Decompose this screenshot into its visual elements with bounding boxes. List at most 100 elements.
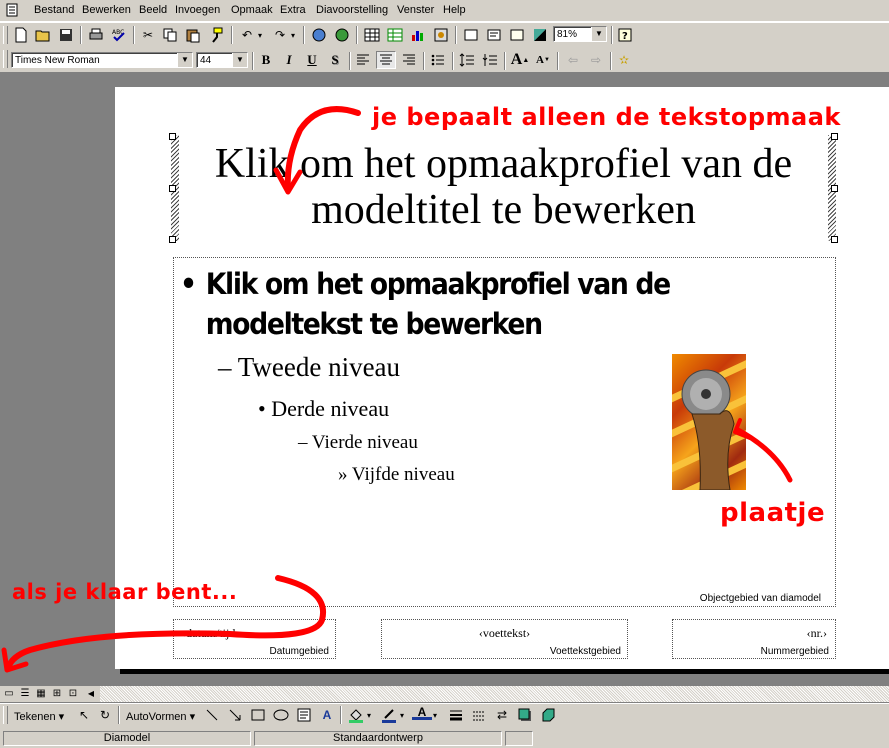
- menu-opmaak[interactable]: Opmaak: [231, 4, 273, 16]
- insert-excel-icon[interactable]: [385, 26, 405, 44]
- menu-bewerken[interactable]: Bewerken: [82, 4, 131, 16]
- wordart-icon[interactable]: A: [317, 706, 337, 724]
- insert-table-icon[interactable]: [362, 26, 382, 44]
- slide-sorter-icon[interactable]: ⊞: [50, 687, 64, 700]
- picture[interactable]: [672, 354, 746, 490]
- outline-view-icon[interactable]: ☰: [18, 687, 32, 700]
- body-level-2[interactable]: – Tweede niveau: [218, 352, 400, 383]
- grayscale-icon[interactable]: [530, 26, 550, 44]
- menu-invoegen[interactable]: Invoegen: [175, 4, 220, 16]
- body-level-5[interactable]: » Vijfde niveau: [338, 464, 455, 486]
- chevron-down-icon[interactable]: ▼: [591, 27, 606, 41]
- bullets-icon[interactable]: [428, 51, 448, 69]
- new-document-icon[interactable]: [11, 26, 31, 44]
- undo-icon[interactable]: ↶: [237, 26, 257, 44]
- cut-icon[interactable]: ✂: [138, 26, 158, 44]
- line-color-icon[interactable]: [379, 706, 399, 724]
- menu-beeld[interactable]: Beeld: [139, 4, 167, 16]
- toolbar-grip[interactable]: [3, 26, 8, 44]
- promote-icon[interactable]: ⇦: [563, 51, 583, 69]
- increase-spacing-icon[interactable]: [457, 51, 477, 69]
- menu-help[interactable]: Help: [443, 4, 466, 16]
- chevron-down-icon[interactable]: ▼: [177, 53, 192, 67]
- chevron-down-icon[interactable]: ▾: [397, 706, 407, 724]
- 3d-style-icon[interactable]: [538, 706, 558, 724]
- number-placeholder[interactable]: ‹nr.› Nummergebied: [672, 619, 836, 659]
- shadow-style-icon[interactable]: [515, 706, 535, 724]
- body-level-3[interactable]: • Derde niveau: [258, 396, 389, 422]
- resize-handle[interactable]: [169, 236, 176, 243]
- resize-handle[interactable]: [169, 185, 176, 192]
- dash-style-icon[interactable]: [469, 706, 489, 724]
- arrow-style-icon[interactable]: ⇄: [492, 706, 512, 724]
- font-combo[interactable]: Times New Roman ▼: [11, 52, 193, 68]
- body-level-1[interactable]: • Klik om het opmaakprofiel van de modelt…: [180, 264, 684, 344]
- normal-view-icon[interactable]: ▭: [2, 687, 16, 700]
- chevron-down-icon[interactable]: ▾: [430, 706, 440, 724]
- open-folder-icon[interactable]: [33, 26, 53, 44]
- shadow-button[interactable]: S: [325, 51, 345, 69]
- chevron-down-icon[interactable]: ▾: [364, 706, 374, 724]
- decrease-font-icon[interactable]: A ▼: [533, 51, 553, 69]
- animation-effects-icon[interactable]: ✫: [614, 51, 634, 69]
- line-icon[interactable]: [202, 706, 222, 724]
- body-placeholder[interactable]: • Klik om het opmaakprofiel van de modelt…: [173, 257, 836, 607]
- align-right-icon[interactable]: [399, 51, 419, 69]
- web-toolbar-icon[interactable]: [332, 26, 352, 44]
- autoshapes-button[interactable]: AutoVormen ▾: [126, 710, 195, 723]
- resize-handle[interactable]: [169, 133, 176, 140]
- increase-font-icon[interactable]: A ▲: [510, 51, 530, 69]
- chevron-down-icon[interactable]: ▼: [232, 53, 247, 67]
- title-text[interactable]: Klik om het opmaakprofiel van de modelti…: [181, 141, 826, 233]
- insert-chart-icon[interactable]: [408, 26, 428, 44]
- undo-dropdown-icon[interactable]: ▾: [255, 26, 265, 44]
- redo-icon[interactable]: ↷: [270, 26, 290, 44]
- align-left-icon[interactable]: [353, 51, 373, 69]
- resize-handle[interactable]: [831, 236, 838, 243]
- resize-handle[interactable]: [831, 133, 838, 140]
- underline-button[interactable]: U: [302, 51, 322, 69]
- menu-bestand[interactable]: Bestand: [34, 4, 74, 16]
- print-icon[interactable]: [86, 26, 106, 44]
- format-painter-icon[interactable]: [206, 26, 226, 44]
- font-color-icon[interactable]: A: [412, 705, 432, 720]
- decrease-spacing-icon[interactable]: [480, 51, 500, 69]
- menu-venster[interactable]: Venster: [397, 4, 434, 16]
- slide-view-icon[interactable]: ▦: [34, 687, 48, 700]
- toolbar-grip[interactable]: [3, 50, 8, 68]
- slideshow-icon[interactable]: ⊡: [66, 687, 80, 700]
- resize-handle[interactable]: [831, 185, 838, 192]
- date-placeholder[interactable]: ‹datum/tijd› Datumgebied: [173, 619, 336, 659]
- body-level-4[interactable]: – Vierde niveau: [298, 432, 418, 454]
- arrow-icon[interactable]: [225, 706, 245, 724]
- copy-icon[interactable]: [160, 26, 180, 44]
- footer-placeholder[interactable]: ‹voettekst› Voettekstgebied: [381, 619, 628, 659]
- select-pointer-icon[interactable]: ↖: [74, 706, 94, 724]
- new-slide-icon[interactable]: [461, 26, 481, 44]
- rectangle-icon[interactable]: [248, 706, 268, 724]
- title-placeholder[interactable]: Klik om het opmaakprofiel van de modelti…: [169, 133, 838, 243]
- horizontal-scrollbar[interactable]: [100, 686, 889, 702]
- zoom-combo[interactable]: 81% ▼: [553, 26, 607, 42]
- save-icon[interactable]: [56, 26, 76, 44]
- free-rotate-icon[interactable]: ↻: [95, 706, 115, 724]
- toolbar-grip[interactable]: [3, 706, 8, 724]
- menu-extra[interactable]: Extra: [280, 4, 306, 16]
- expand-slide-icon[interactable]: [484, 26, 504, 44]
- spelling-icon[interactable]: ABC: [109, 26, 129, 44]
- bold-button[interactable]: B: [256, 51, 276, 69]
- oval-icon[interactable]: [271, 706, 291, 724]
- font-size-combo[interactable]: 44 ▼: [196, 52, 248, 68]
- textbox-icon[interactable]: [294, 706, 314, 724]
- help-assistant-icon[interactable]: ?: [615, 26, 635, 44]
- insert-clipart-icon[interactable]: [431, 26, 451, 44]
- redo-dropdown-icon[interactable]: ▾: [288, 26, 298, 44]
- paste-icon[interactable]: [183, 26, 203, 44]
- italic-button[interactable]: I: [279, 51, 299, 69]
- hyperlink-icon[interactable]: [309, 26, 329, 44]
- line-style-icon[interactable]: [446, 706, 466, 724]
- scroll-left-icon[interactable]: ◀: [84, 687, 98, 700]
- draw-menu-button[interactable]: Tekenen ▾: [14, 710, 64, 723]
- align-center-icon[interactable]: [376, 51, 396, 69]
- menu-diavoorstelling[interactable]: Diavoorstelling: [316, 4, 388, 16]
